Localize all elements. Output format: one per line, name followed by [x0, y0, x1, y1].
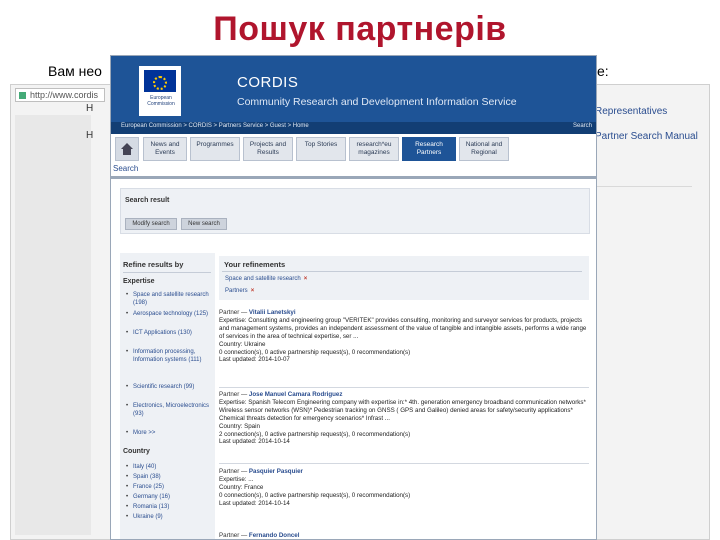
result-expertise: Expertise: ...: [219, 475, 254, 483]
result-expertise: Expertise: Consulting and engineering gr…: [219, 316, 587, 340]
result-updated: Last updated: 2014-10-14: [219, 499, 290, 507]
refinement-label: Partners: [225, 288, 248, 294]
tab-top-stories[interactable]: Top Stories: [296, 137, 346, 161]
refinement-label: Space and satellite research: [225, 276, 301, 282]
intro-text-end: е:: [597, 63, 609, 79]
facet-expertise-item[interactable]: Aerospace technology (125): [126, 310, 212, 318]
european-commission-logo[interactable]: European Commission: [139, 66, 181, 116]
result-item: Partner — Fernando Doncel: [219, 532, 589, 539]
remove-refinement-icon[interactable]: ×: [304, 276, 308, 282]
partner-name-link[interactable]: Jose Manuel Camara Rodriguez: [249, 391, 343, 398]
refine-divider: [123, 272, 211, 273]
partner-prefix: Partner —: [219, 391, 249, 398]
partner-name-link[interactable]: Fernando Doncel: [249, 532, 300, 539]
refine-title: Refine results by: [123, 260, 184, 269]
your-refinements-box: Your refinements Space and satellite res…: [219, 256, 589, 300]
partner-prefix: Partner —: [219, 468, 249, 475]
background-left-panel: [15, 115, 91, 535]
facet-country-item[interactable]: Spain (38): [126, 473, 212, 481]
tab-news-and-events[interactable]: News and Events: [143, 137, 187, 161]
refinement-chip[interactable]: Partners ×: [225, 288, 254, 294]
result-partner-line: Partner — Fernando Doncel: [219, 532, 589, 539]
result-updated: Last updated: 2014-10-07: [219, 356, 290, 364]
result-updated: Last updated: 2014-10-14: [219, 438, 290, 446]
result-divider: [219, 463, 589, 464]
refinements-divider: [222, 271, 582, 272]
result-expertise: Expertise: Spanish Telecom Engineering c…: [219, 398, 586, 422]
tab-programmes[interactable]: Programmes: [190, 137, 240, 161]
facet-country-item[interactable]: Germany (16): [126, 493, 212, 501]
breadcrumb: European Commission > CORDIS > Partners …: [111, 122, 596, 134]
result-stats: 0 connection(s), 0 active partnership re…: [219, 348, 411, 356]
main-nav: News and Events Programmes Projects and …: [111, 136, 596, 162]
background-address-text: http://www.cordis: [30, 90, 99, 100]
facet-expertise-item[interactable]: Scientific research (99): [126, 383, 212, 391]
home-button[interactable]: [115, 137, 139, 161]
result-divider: [219, 387, 589, 388]
search-section-label: Search: [113, 164, 139, 173]
eu-stars-icon: [153, 76, 167, 90]
tab-research-eu-magazines[interactable]: research*eu magazines: [349, 137, 399, 161]
result-partner-line: Partner — Vitalii Lanetskyi: [219, 309, 589, 317]
favicon-icon: [19, 92, 26, 99]
search-result-title: Search result: [125, 197, 170, 204]
partner-name-link[interactable]: Pasquier Pasquier: [249, 468, 303, 475]
background-divider: [582, 186, 692, 187]
cordis-title: CORDIS: [237, 74, 299, 91]
home-icon-body: [123, 149, 131, 155]
search-result-box: Search result Modify search New search: [120, 188, 590, 234]
partner-name-link[interactable]: Vitalii Lanetskyi: [249, 309, 296, 316]
result-partner-line: Partner — Pasquier Pasquier: [219, 468, 589, 476]
cordis-header: European Commission CORDIS Community Res…: [111, 56, 596, 122]
cordis-subtitle: Community Research and Development Infor…: [237, 96, 517, 108]
expertise-facet-title: Expertise: [123, 278, 155, 285]
slide-title: Пошук партнерів: [213, 10, 507, 48]
modify-search-button[interactable]: Modify search: [125, 218, 177, 230]
new-search-button[interactable]: New search: [181, 218, 227, 230]
result-stats: 0 connection(s), 0 active partnership re…: [219, 491, 411, 499]
tab-projects-and-results[interactable]: Projects and Results: [243, 137, 293, 161]
facet-country-item[interactable]: Italy (40): [126, 463, 212, 471]
cordis-screenshot: European Commission CORDIS Community Res…: [110, 55, 597, 540]
result-country: Country: France: [219, 483, 264, 491]
representatives-link[interactable]: Representatives: [595, 106, 667, 117]
refine-sidebar: Refine results by Expertise Space and sa…: [120, 253, 215, 539]
facet-expertise-item[interactable]: Space and satellite research (198): [126, 291, 212, 307]
result-item: Partner — Jose Manuel Camara Rodriguez E…: [219, 391, 589, 446]
refinements-title: Your refinements: [224, 260, 286, 269]
search-section-bar: [111, 176, 596, 179]
facet-expertise-item[interactable]: ICT Applications (130): [126, 329, 212, 337]
intro-text-start: Вам нео: [48, 63, 102, 79]
facet-expertise-item[interactable]: Information processing, Information syst…: [126, 348, 212, 364]
breadcrumb-text[interactable]: European Commission > CORDIS > Partners …: [121, 123, 309, 129]
result-item: Partner — Vitalii Lanetskyi Expertise: C…: [219, 309, 589, 364]
tab-research-partners[interactable]: Research Partners: [402, 137, 456, 161]
facet-more-link[interactable]: More >>: [126, 429, 212, 437]
facet-expertise-item[interactable]: Electronics, Microelectronics (93): [126, 402, 212, 418]
result-item: Partner — Pasquier Pasquier Expertise: .…: [219, 468, 589, 508]
remove-refinement-icon[interactable]: ×: [251, 288, 255, 294]
country-facet-title: Country: [123, 448, 150, 455]
result-stats: 2 connection(s), 0 active partnership re…: [219, 430, 411, 438]
partner-search-manual-link[interactable]: Partner Search Manual: [595, 131, 698, 142]
background-address-bar[interactable]: http://www.cordis: [15, 88, 105, 102]
result-country: Country: Ukraine: [219, 340, 266, 348]
eu-logo-text: European Commission: [147, 95, 175, 107]
partner-prefix: Partner —: [219, 532, 249, 539]
facet-country-item[interactable]: France (25): [126, 483, 212, 491]
facet-country-item[interactable]: Ukraine (9): [126, 513, 212, 521]
result-country: Country: Spain: [219, 422, 260, 430]
tab-national-and-regional[interactable]: National and Regional: [459, 137, 509, 161]
background-heading-2: Н: [86, 130, 94, 141]
refinement-chip[interactable]: Space and satellite research ×: [225, 276, 307, 282]
result-partner-line: Partner — Jose Manuel Camara Rodriguez: [219, 391, 589, 399]
background-heading-1: Н: [86, 103, 94, 114]
partner-prefix: Partner —: [219, 309, 249, 316]
eu-flag-icon: [144, 70, 176, 92]
facet-country-item[interactable]: Romania (13): [126, 503, 212, 511]
header-search-link[interactable]: Search: [573, 123, 592, 129]
